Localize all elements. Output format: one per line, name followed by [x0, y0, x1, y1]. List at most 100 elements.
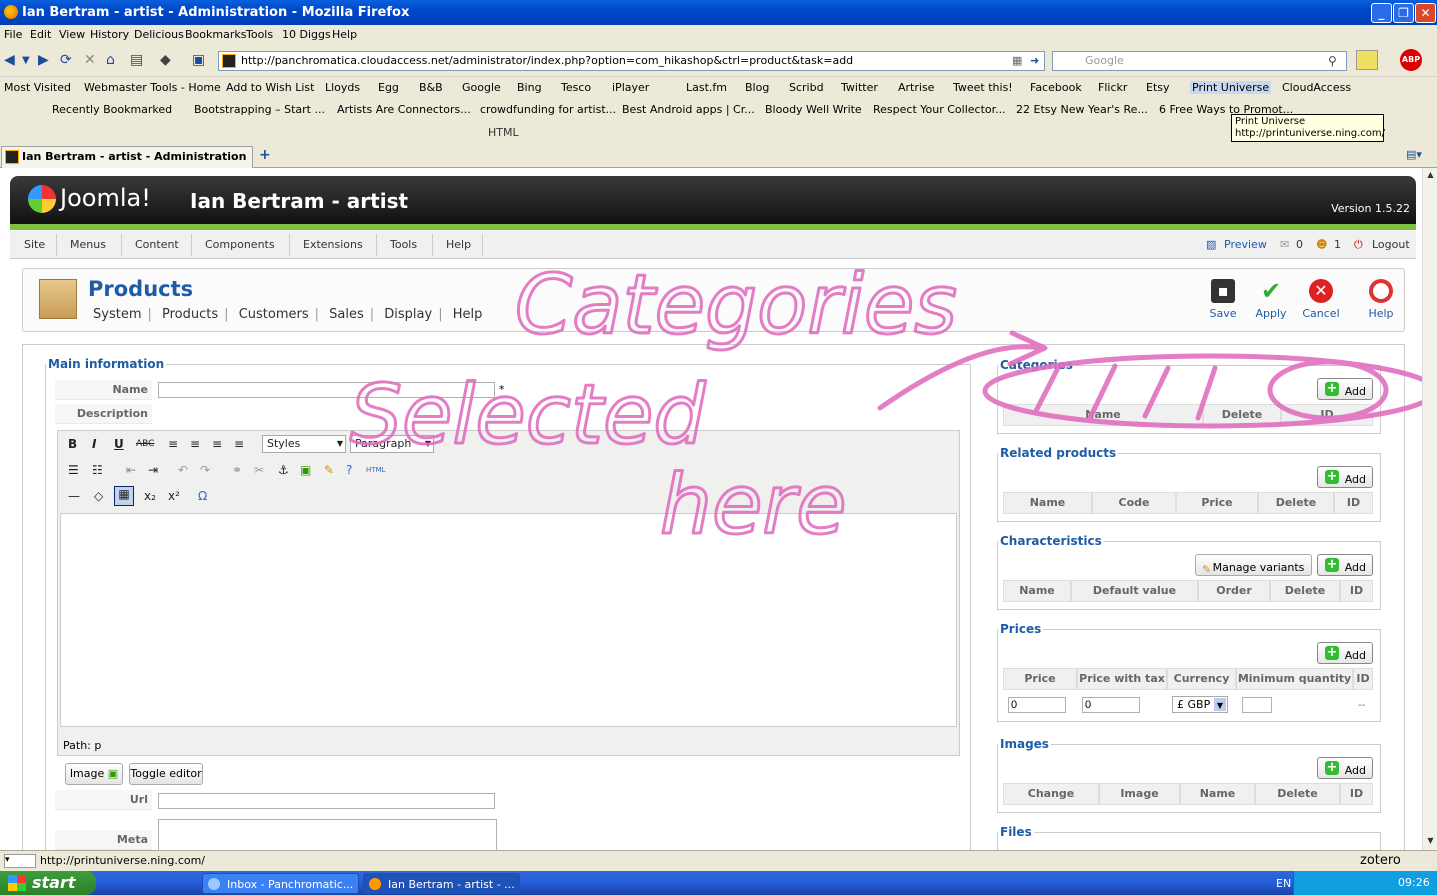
- link-button[interactable]: ⚭: [232, 463, 242, 477]
- bookmark-item[interactable]: Print Universe: [1190, 81, 1272, 94]
- subscript-button[interactable]: x₂: [144, 489, 156, 503]
- bookmark-item[interactable]: CloudAccess: [1282, 81, 1351, 94]
- language-indicator[interactable]: EN: [1276, 877, 1291, 890]
- price-input[interactable]: [1008, 697, 1066, 713]
- strikethrough-button[interactable]: ABC: [136, 439, 154, 449]
- subnav-help[interactable]: Help: [453, 307, 483, 322]
- bookmark-item[interactable]: Recently Bookmarked: [52, 103, 172, 116]
- home-icon[interactable]: ⌂: [106, 52, 115, 68]
- screenshot-icon[interactable]: ▣: [192, 52, 205, 68]
- bookmark-item[interactable]: Google: [462, 81, 501, 94]
- underline-button[interactable]: U: [114, 437, 124, 451]
- indent-button[interactable]: ⇥: [148, 463, 158, 477]
- menu-site[interactable]: Site: [24, 238, 45, 251]
- bookmark-item[interactable]: Scribd: [789, 81, 824, 94]
- status-icon[interactable]: ▾: [4, 854, 36, 868]
- format-select[interactable]: Paragraph ▼: [350, 435, 434, 453]
- bookmark-item[interactable]: Facebook: [1030, 81, 1082, 94]
- search-icon[interactable]: ⚲: [1328, 54, 1337, 68]
- html-toggle[interactable]: HTML: [488, 126, 519, 139]
- html-source-button[interactable]: HTML: [366, 466, 385, 474]
- italic-button[interactable]: I: [92, 437, 96, 451]
- menu-file[interactable]: File: [4, 28, 22, 41]
- bookmark-item[interactable]: Flickr: [1098, 81, 1127, 94]
- align-left-button[interactable]: ≡: [168, 437, 178, 451]
- image-button[interactable]: ▣: [300, 463, 311, 477]
- reload-icon[interactable]: ⟳: [60, 52, 72, 68]
- omega-icon[interactable]: Ω: [198, 489, 207, 503]
- superscript-button[interactable]: x²: [168, 489, 180, 503]
- price-with-tax-input[interactable]: [1082, 697, 1140, 713]
- bookmark-item[interactable]: Blog: [745, 81, 769, 94]
- meta-description-textarea[interactable]: [158, 819, 497, 850]
- back-dropdown-icon[interactable]: ▼: [22, 55, 30, 66]
- forward-icon[interactable]: ▶: [38, 52, 49, 68]
- eraser-button[interactable]: ◇: [94, 489, 103, 503]
- go-icon[interactable]: ➜: [1030, 54, 1039, 67]
- help-button[interactable]: Help: [1361, 279, 1401, 327]
- bookmark-item[interactable]: Last.fm: [686, 81, 727, 94]
- search-bar[interactable]: Google: [1052, 51, 1347, 71]
- currency-select[interactable]: £ GBP ▼: [1172, 696, 1228, 713]
- prices-add-button[interactable]: + Add: [1317, 642, 1373, 664]
- subnav-products[interactable]: Products: [162, 307, 218, 322]
- menu-10diggs[interactable]: 10 Diggs: [282, 28, 331, 41]
- scroll-up-icon[interactable]: ▲: [1425, 170, 1436, 181]
- bookmark-item[interactable]: Add to Wish List: [226, 81, 314, 94]
- styles-select[interactable]: Styles ▼: [262, 435, 346, 453]
- clock[interactable]: 09:26: [1398, 876, 1430, 889]
- images-add-button[interactable]: + Add: [1317, 757, 1373, 779]
- bookmark-item[interactable]: crowdfunding for artist...: [480, 103, 616, 116]
- subnav-customers[interactable]: Customers: [239, 307, 309, 322]
- url-input[interactable]: [158, 793, 495, 809]
- vertical-scrollbar[interactable]: ▲ ▼: [1422, 168, 1437, 850]
- stop-icon[interactable]: ✕: [84, 52, 96, 68]
- redo-button[interactable]: ↷: [200, 463, 210, 477]
- bookmark-item[interactable]: Lloyds: [325, 81, 360, 94]
- save-button[interactable]: ▪ Save: [1203, 279, 1243, 327]
- bookmark-item[interactable]: Bloody Well Write: [765, 103, 862, 116]
- manage-variants-button[interactable]: ✎ Manage variants: [1195, 554, 1312, 576]
- scroll-down-icon[interactable]: ▼: [1425, 836, 1436, 847]
- taskbar-item[interactable]: Inbox - Panchromatic...: [202, 873, 359, 894]
- bookmark-item[interactable]: Respect Your Collector...: [873, 103, 1006, 116]
- bullet-list-button[interactable]: ☰: [68, 463, 79, 477]
- adblock-icon[interactable]: ABP: [1400, 49, 1422, 71]
- unlink-button[interactable]: ✂: [254, 463, 264, 477]
- cleanup-button[interactable]: ✎: [324, 463, 334, 477]
- related-add-button[interactable]: + Add: [1317, 466, 1373, 488]
- menu-content[interactable]: Content: [135, 238, 179, 251]
- preview-link[interactable]: Preview: [1224, 238, 1267, 251]
- menu-help[interactable]: Help: [446, 238, 471, 251]
- bookmark-item[interactable]: Most Visited: [4, 81, 71, 94]
- tab-list-icon[interactable]: ▤▾: [1406, 148, 1422, 161]
- apply-button[interactable]: ✔ Apply: [1251, 279, 1291, 327]
- new-tab-button[interactable]: +: [259, 147, 271, 163]
- taskbar-item-active[interactable]: Ian Bertram - artist - ...: [363, 873, 520, 894]
- menu-history[interactable]: History: [90, 28, 129, 41]
- menu-bookmarks[interactable]: Bookmarks: [185, 28, 246, 41]
- bookmark-item[interactable]: 22 Etsy New Year's Re...: [1016, 103, 1148, 116]
- menu-delicious[interactable]: Delicious: [134, 28, 184, 41]
- menu-tools[interactable]: Tools: [390, 238, 417, 251]
- bookmark-item[interactable]: Best Android apps | Cr...: [622, 103, 755, 116]
- minimize-button[interactable]: _: [1371, 3, 1392, 23]
- bookmark-item[interactable]: Twitter: [841, 81, 878, 94]
- search-input[interactable]: Google: [1085, 54, 1124, 67]
- maximize-button[interactable]: ❐: [1393, 3, 1414, 23]
- back-icon[interactable]: ◀: [4, 52, 15, 68]
- logout-link[interactable]: Logout: [1372, 238, 1410, 251]
- messages-count[interactable]: 0: [1296, 238, 1303, 251]
- outdent-button[interactable]: ⇤: [126, 463, 136, 477]
- align-center-button[interactable]: ≡: [190, 437, 200, 451]
- close-button[interactable]: ✕: [1415, 3, 1436, 23]
- menu-components[interactable]: Components: [205, 238, 275, 251]
- bookmark-item[interactable]: Artrise: [898, 81, 934, 94]
- menu-tools[interactable]: Tools: [246, 28, 273, 41]
- start-button[interactable]: start: [0, 871, 96, 895]
- menu-extensions[interactable]: Extensions: [303, 238, 363, 251]
- name-input[interactable]: [158, 382, 495, 398]
- note-icon[interactable]: [1356, 50, 1378, 70]
- tab-active[interactable]: Ian Bertram - artist - Administration: [1, 146, 253, 168]
- bookmark-item[interactable]: Webmaster Tools - Home: [84, 81, 221, 94]
